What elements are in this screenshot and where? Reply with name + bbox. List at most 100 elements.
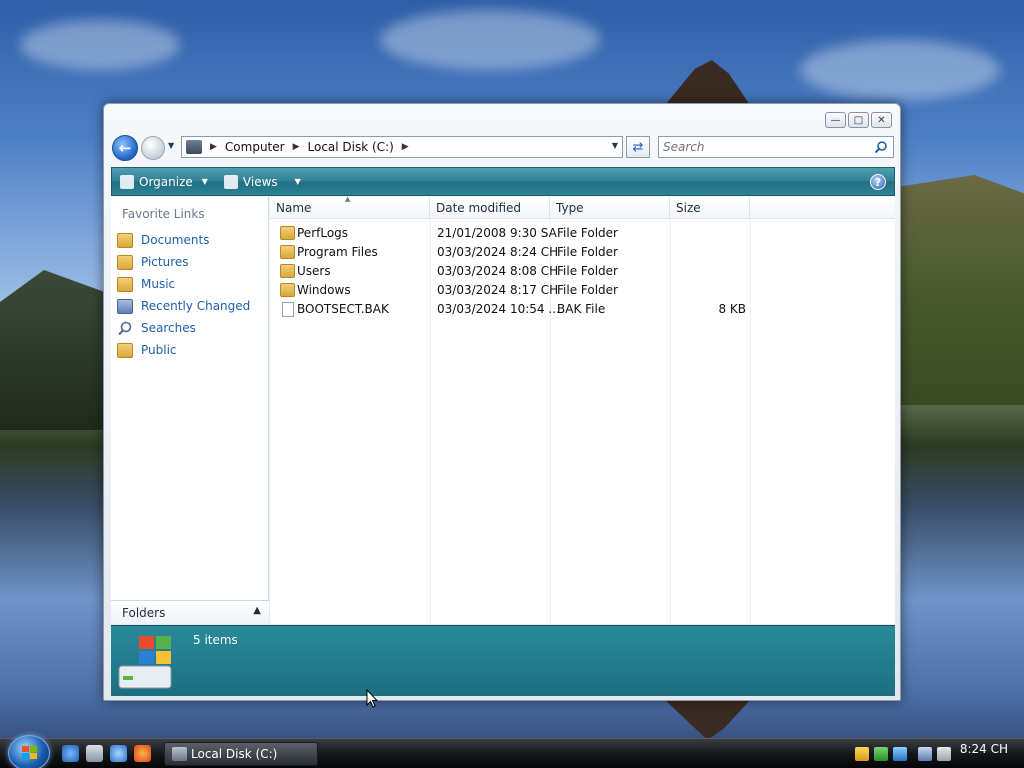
address-dropdown-icon[interactable]: ▼: [612, 141, 618, 150]
firefox-icon[interactable]: [134, 745, 151, 762]
folders-toggle[interactable]: Folders ▲: [111, 600, 269, 624]
cloud: [20, 20, 180, 70]
file-type: File Folder: [557, 226, 618, 240]
file-type: File Folder: [557, 264, 618, 278]
search-box[interactable]: [658, 136, 894, 158]
sort-ascending-icon: ▲: [345, 195, 351, 203]
breadcrumb-separator[interactable]: ▶: [293, 142, 300, 152]
windows-logo-icon: [22, 746, 37, 759]
favorite-label: Searches: [141, 321, 196, 335]
column-label: Type: [556, 200, 584, 215]
breadcrumb-separator[interactable]: ▶: [210, 142, 217, 152]
folder-icon: [280, 226, 295, 240]
details-pane: 5 items: [111, 625, 895, 696]
favorite-links-title: Favorite Links: [122, 207, 205, 221]
caption-buttons: — □ ✕: [825, 112, 892, 128]
public-folder-icon: [117, 342, 133, 358]
minimize-button[interactable]: —: [825, 112, 846, 128]
taskbar-button-local-disk[interactable]: Local Disk (C:): [164, 742, 318, 766]
file-list: ▲ Name Date modified Type Size PerfLogs …: [270, 195, 895, 624]
breadcrumb-computer[interactable]: Computer: [225, 140, 285, 154]
items-count: 5 items: [193, 633, 238, 647]
column-header-date[interactable]: Date modified: [430, 197, 550, 219]
recent-pages-dropdown[interactable]: ▼: [168, 141, 174, 150]
explorer-window: — □ ✕ ← ▼ ▶ Computer ▶ Local Disk (C:) ▶…: [103, 103, 901, 701]
column-header-name[interactable]: ▲ Name: [270, 195, 430, 219]
favorite-label: Documents: [141, 233, 210, 247]
file-name: Users: [297, 264, 331, 278]
clock[interactable]: 8:24 CH: [960, 742, 1008, 756]
favorite-recently-changed[interactable]: Recently Changed: [117, 295, 250, 317]
refresh-button[interactable]: ⇄: [626, 136, 650, 158]
organize-icon: [120, 174, 134, 189]
file-name: Windows: [297, 283, 351, 297]
recently-changed-icon: [117, 298, 133, 314]
organize-button[interactable]: Organize ▼: [112, 174, 216, 189]
file-row[interactable]: Program Files 03/03/2024 8:24 CH File Fo…: [270, 243, 750, 262]
documents-folder-icon: [117, 232, 133, 248]
volume-muted-icon[interactable]: [937, 747, 951, 761]
close-button[interactable]: ✕: [871, 112, 892, 128]
favorite-searches[interactable]: Searches: [117, 317, 250, 339]
command-bar: Organize ▼ Views ▼ ?: [111, 167, 895, 196]
file-row[interactable]: BOOTSECT.BAK 03/03/2024 10:54 ... BAK Fi…: [270, 300, 750, 319]
file-date: 03/03/2024 8:24 CH: [437, 245, 559, 259]
views-icon: [223, 174, 238, 189]
peak-reflection: [665, 700, 750, 740]
file-row[interactable]: Users 03/03/2024 8:08 CH File Folder: [270, 262, 750, 281]
help-icon[interactable]: ?: [870, 174, 886, 190]
favorite-label: Recently Changed: [141, 299, 251, 313]
file-row[interactable]: Windows 03/03/2024 8:17 CH File Folder: [270, 281, 750, 300]
chevron-up-icon: ▲: [253, 605, 261, 616]
maximize-button[interactable]: □: [848, 112, 869, 128]
favorite-pictures[interactable]: Pictures: [117, 251, 250, 273]
column-label: Size: [676, 200, 701, 215]
file-date: 03/03/2024 8:17 CH: [437, 283, 559, 297]
mountain-left: [0, 270, 110, 430]
mountain-right: [900, 175, 1024, 405]
file-date: 03/03/2024 10:54 ...: [437, 302, 560, 316]
file-size: 8 KB: [718, 302, 746, 316]
file-name: Program Files: [297, 245, 378, 259]
quick-launch: [62, 745, 151, 762]
search-icon: [118, 321, 132, 335]
file-type: BAK File: [557, 302, 606, 316]
security-check-icon[interactable]: [874, 747, 888, 761]
favorite-documents[interactable]: Documents: [117, 229, 250, 251]
search-input[interactable]: [663, 140, 863, 154]
column-label: Name: [276, 200, 312, 215]
ie-icon[interactable]: [62, 745, 79, 762]
address-bar[interactable]: ▶ Computer ▶ Local Disk (C:) ▶ ▼: [181, 136, 623, 158]
network-icon[interactable]: [918, 747, 932, 761]
column-header-size[interactable]: Size: [670, 197, 750, 219]
breadcrumb-separator[interactable]: ▶: [402, 142, 409, 152]
favorite-public[interactable]: Public: [117, 339, 250, 361]
internet-explorer-icon[interactable]: [110, 745, 127, 762]
mountain-peak: [665, 60, 750, 105]
chevron-down-icon: ▼: [294, 177, 301, 186]
favorite-label: Public: [141, 343, 177, 357]
address-row: ← ▼ ▶ Computer ▶ Local Disk (C:) ▶ ▼ ⇄: [111, 133, 894, 161]
cloud: [380, 10, 600, 70]
music-folder-icon: [117, 276, 133, 292]
search-icon[interactable]: [874, 140, 888, 154]
navigation-pane: Favorite Links Documents Pictures Music …: [111, 197, 269, 624]
shield-icon[interactable]: [855, 747, 869, 761]
column-header-type[interactable]: Type: [550, 197, 670, 219]
column-label: Date modified: [436, 200, 522, 215]
file-date: 03/03/2024 8:08 CH: [437, 264, 559, 278]
switch-windows-icon[interactable]: [86, 745, 103, 762]
favorite-music[interactable]: Music: [117, 273, 250, 295]
start-button[interactable]: [8, 735, 50, 768]
back-button[interactable]: ←: [112, 135, 138, 161]
forward-button[interactable]: [141, 136, 165, 160]
windows-update-icon[interactable]: [893, 747, 907, 761]
views-button[interactable]: Views ▼: [216, 174, 309, 189]
column-divider: [750, 219, 751, 624]
chevron-down-icon: ▼: [201, 177, 208, 186]
breadcrumb-local-disk[interactable]: Local Disk (C:): [308, 140, 394, 154]
task-label: Local Disk (C:): [191, 747, 278, 761]
file-name: BOOTSECT.BAK: [297, 302, 389, 316]
file-row[interactable]: PerfLogs 21/01/2008 9:30 SA File Folder: [270, 224, 750, 243]
folder-icon: [280, 264, 295, 278]
